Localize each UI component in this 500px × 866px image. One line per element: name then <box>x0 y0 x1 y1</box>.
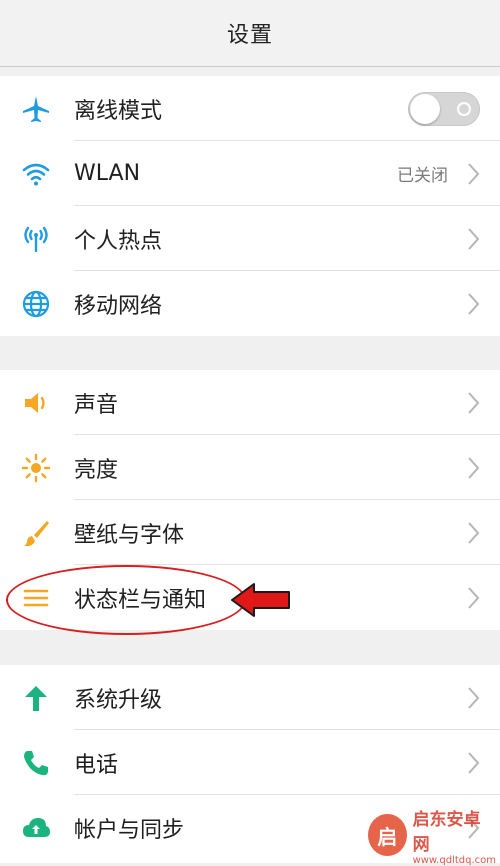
toggle-off-indicator <box>457 102 471 116</box>
settings-item-label: 帐户与同步 <box>74 817 185 843</box>
watermark-logo: 启 <box>368 814 407 856</box>
settings-item-hotspot[interactable]: 个人热点 <box>0 206 500 271</box>
airplane-mode-toggle[interactable] <box>408 92 480 126</box>
phone-icon <box>21 748 51 778</box>
settings-item-label: 状态栏与通知 <box>74 587 207 613</box>
settings-item-system-update[interactable]: 系统升级 <box>0 665 500 730</box>
settings-item-label: 壁纸与字体 <box>74 522 185 548</box>
title-bar: 设置 <box>0 0 500 67</box>
settings-item-brightness[interactable]: 亮度 <box>0 435 500 500</box>
page-title: 设置 <box>226 23 273 48</box>
chevron-right-icon <box>466 685 482 711</box>
settings-item-label: WLAN <box>74 161 141 186</box>
settings-item-mobile-network[interactable]: 移动网络 <box>0 271 500 336</box>
hotspot-icon <box>21 224 51 254</box>
annotation-arrow-icon <box>231 583 290 617</box>
settings-item-label: 个人热点 <box>74 228 163 254</box>
watermark-url: www.qdltdq.com <box>412 854 496 866</box>
globe-icon <box>21 289 51 319</box>
chevron-right-icon <box>466 390 482 416</box>
cloud-sync-icon <box>21 813 51 843</box>
toggle-knob <box>410 94 440 124</box>
watermark: 启 启东安卓网 www.qdltdq.com <box>368 810 496 866</box>
network-section: 离线模式 WLAN 已关闭 个人热点 移动网络 <box>0 76 500 336</box>
airplane-icon <box>21 94 51 124</box>
settings-item-sound[interactable]: 声音 <box>0 370 500 435</box>
chevron-right-icon <box>466 226 482 252</box>
watermark-brand: 启东安卓网 <box>412 809 481 855</box>
wifi-icon <box>21 159 51 189</box>
settings-item-label: 声音 <box>74 392 119 418</box>
sun-icon <box>21 453 51 483</box>
chevron-right-icon <box>466 520 482 546</box>
speaker-icon <box>21 388 51 418</box>
settings-item-airplane-mode[interactable]: 离线模式 <box>0 76 500 141</box>
settings-item-label: 移动网络 <box>74 293 163 319</box>
chevron-right-icon <box>466 161 482 187</box>
chevron-right-icon <box>466 750 482 776</box>
brush-icon <box>21 518 51 548</box>
settings-item-label: 离线模式 <box>74 98 163 124</box>
settings-item-label: 电话 <box>74 752 119 778</box>
up-arrow-icon <box>21 683 51 713</box>
settings-item-phone[interactable]: 电话 <box>0 730 500 795</box>
settings-item-label: 亮度 <box>74 457 119 483</box>
menu-lines-icon <box>21 583 51 613</box>
chevron-right-icon <box>466 455 482 481</box>
chevron-right-icon <box>466 585 482 611</box>
settings-item-wlan[interactable]: WLAN 已关闭 <box>0 141 500 206</box>
chevron-right-icon <box>466 291 482 317</box>
settings-item-label: 系统升级 <box>74 687 163 713</box>
wlan-status-value: 已关闭 <box>397 166 448 186</box>
settings-item-wallpaper-fonts[interactable]: 壁纸与字体 <box>0 500 500 565</box>
